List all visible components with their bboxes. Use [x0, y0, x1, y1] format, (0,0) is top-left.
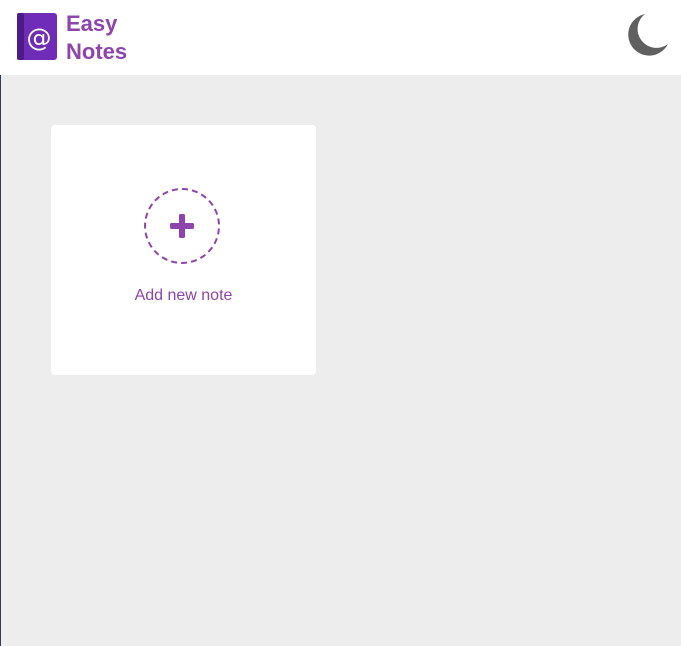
- theme-toggle-button[interactable]: [624, 13, 672, 59]
- app-header: @ Easy Notes: [0, 0, 681, 75]
- add-note-card[interactable]: Add new note: [51, 125, 316, 375]
- app-title-line2: Notes: [66, 39, 128, 64]
- moon-icon: [628, 14, 668, 56]
- svg-text:@: @: [27, 23, 52, 52]
- address-book-icon: @: [17, 13, 57, 60]
- add-note-circle[interactable]: [144, 188, 220, 264]
- add-note-label: Add new note: [134, 287, 233, 304]
- plus-icon: [170, 214, 194, 238]
- app-title: Easy Notes: [66, 10, 127, 66]
- window-edge: [0, 0, 1, 646]
- app-title-line1: Easy: [66, 11, 118, 36]
